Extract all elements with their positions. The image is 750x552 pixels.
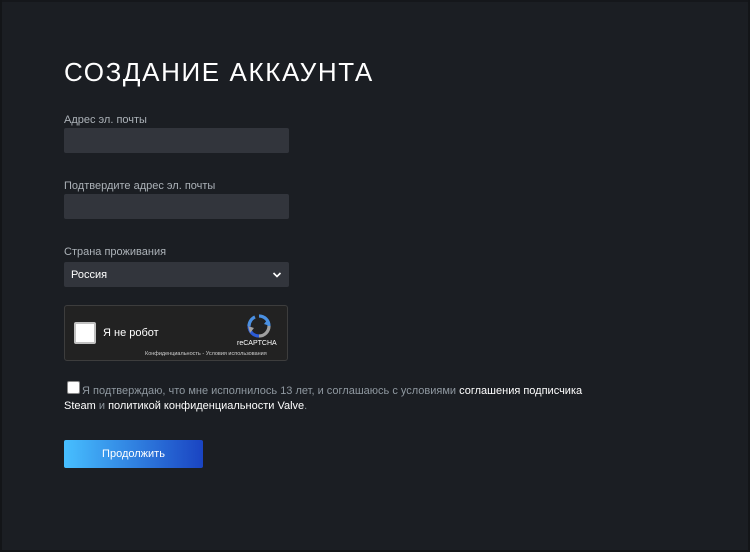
country-select[interactable]: Россия — [64, 262, 289, 287]
agreement-text-part2: и — [95, 400, 109, 412]
email-label: Адрес эл. почты — [64, 114, 147, 126]
recaptcha-checkbox[interactable] — [74, 322, 96, 344]
page-title: СОЗДАНИЕ АККАУНТА — [64, 57, 374, 87]
privacy-policy-link[interactable]: политикой конфиденциальности Valve — [108, 400, 304, 412]
recaptcha-widget: Я не робот reCAPTCHA Конфиденциальность … — [64, 305, 288, 361]
agreement-text: Я подтверждаю, что мне исполнилось 13 ле… — [64, 384, 584, 414]
confirm-email-label: Подтвердите адрес эл. почты — [64, 180, 216, 192]
country-label: Страна проживания — [64, 246, 167, 258]
recaptcha-label: Я не робот — [103, 327, 159, 339]
recaptcha-brand: reCAPTCHA — [237, 340, 277, 347]
left-border — [0, 0, 2, 552]
chevron-down-icon — [272, 271, 282, 278]
confirm-email-field[interactable] — [64, 194, 289, 219]
agreement-text-part3: . — [304, 400, 308, 412]
email-field[interactable] — [64, 128, 289, 153]
continue-button[interactable]: Продолжить — [64, 440, 203, 468]
recaptcha-links: Конфиденциальность - Условия использован… — [145, 351, 267, 357]
country-select-value: Россия — [71, 268, 108, 281]
recaptcha-terms-link[interactable]: Условия использования — [206, 351, 267, 357]
agreement-text-part1: Я подтверждаю, что мне исполнилось 13 ле… — [82, 385, 460, 397]
recaptcha-privacy-link[interactable]: Конфиденциальность — [145, 351, 201, 357]
top-border — [0, 0, 750, 2]
recaptcha-logo-icon — [247, 314, 271, 338]
